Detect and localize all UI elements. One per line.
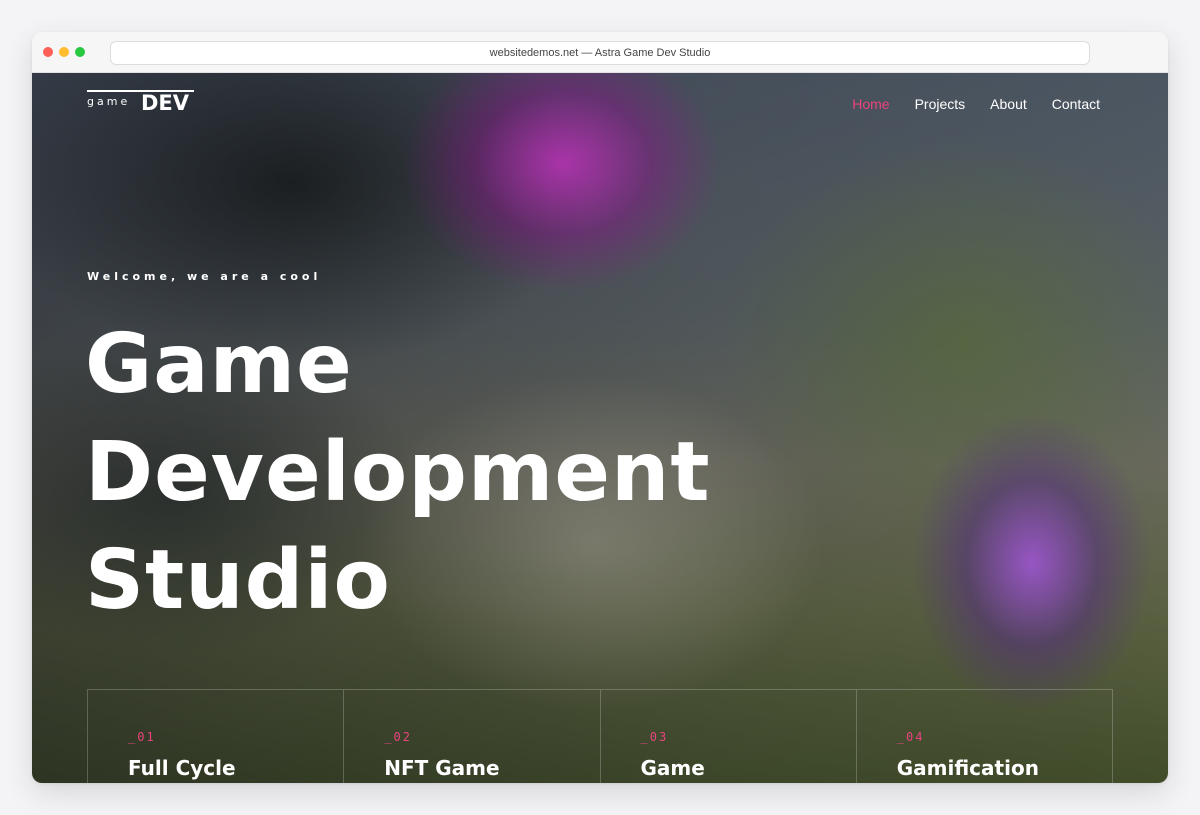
browser-window: websitedemos.net — Astra Game Dev Studio… (32, 32, 1168, 783)
service-number: _04 (896, 730, 925, 744)
nav-projects[interactable]: Projects (915, 96, 966, 112)
service-number: _02 (384, 730, 412, 744)
services-row: _01 Full Cycle _02 NFT Game _03 Game _04… (87, 689, 1113, 783)
hero-tagline: Welcome, we are a cool (87, 270, 322, 283)
logo-small-text: game (87, 95, 131, 108)
browser-toolbar: websitedemos.net — Astra Game Dev Studio (32, 32, 1168, 73)
address-bar[interactable]: websitedemos.net — Astra Game Dev Studio (110, 41, 1090, 65)
main-nav: Home Projects About Contact (852, 96, 1100, 112)
service-title: Gamification (896, 756, 1039, 780)
headline-line-1: Game (85, 317, 353, 412)
service-number: _03 (640, 730, 669, 744)
service-card[interactable]: _04 Gamification (855, 690, 1113, 783)
service-card[interactable]: _02 NFT Game (343, 690, 599, 783)
nav-home[interactable]: Home (852, 96, 889, 112)
service-title: Full Cycle (128, 756, 236, 780)
maximize-window-button[interactable] (75, 47, 85, 57)
hero-headline: Game Development Studio (85, 311, 845, 635)
close-window-button[interactable] (43, 47, 53, 57)
headline-line-2: Development (85, 425, 711, 520)
site-logo[interactable]: game DEV (87, 90, 197, 115)
hero-section: game DEV Home Projects About Contact Wel… (32, 73, 1168, 783)
logo-large-text: DEV (141, 91, 190, 115)
service-title: Game (640, 756, 705, 780)
service-card[interactable]: _03 Game (599, 690, 856, 783)
nav-about[interactable]: About (990, 96, 1027, 112)
service-number: _01 (128, 730, 156, 744)
minimize-window-button[interactable] (59, 47, 69, 57)
service-title: NFT Game (384, 756, 500, 780)
nav-contact[interactable]: Contact (1052, 96, 1100, 112)
headline-line-3: Studio (85, 533, 391, 628)
service-card[interactable]: _01 Full Cycle (87, 690, 343, 783)
